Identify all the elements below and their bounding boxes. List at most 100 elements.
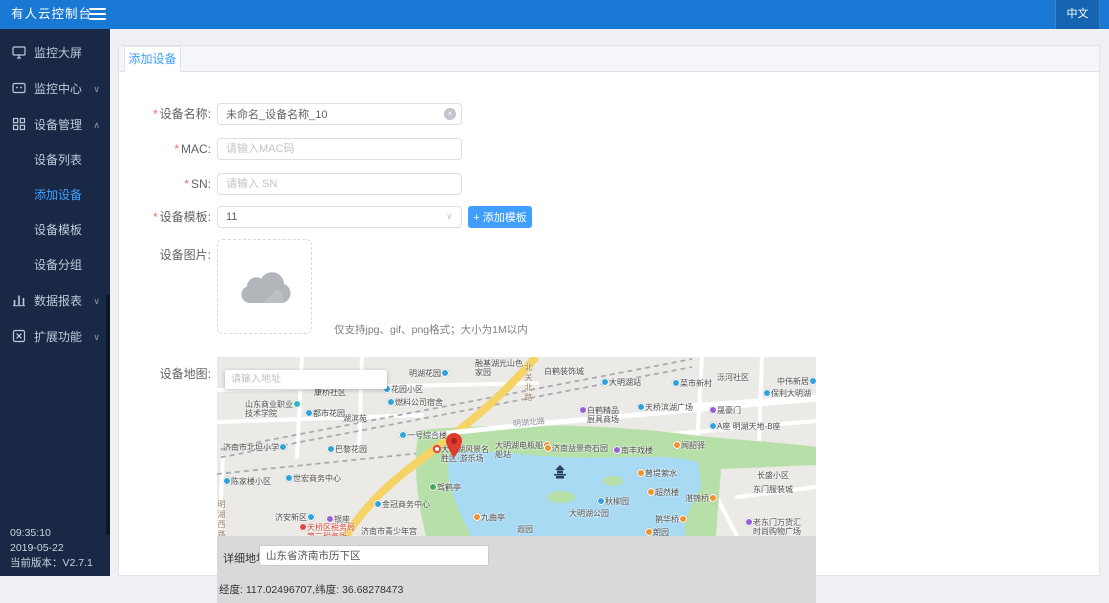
map-poi-icon	[279, 443, 287, 451]
map-poi-label: 晟豪门	[709, 406, 741, 415]
current-date: 2019-05-22	[10, 541, 93, 556]
device-name-label: *设备名称:	[119, 103, 211, 125]
device-name-input[interactable]	[217, 103, 462, 125]
map-poi-label: 闻韶驿	[673, 441, 705, 450]
map-poi-icon	[645, 528, 653, 536]
map-poi-label: 鹊华桥	[655, 515, 687, 524]
add-template-button[interactable]: + 添加模板	[468, 206, 532, 228]
map-poi-label: 融基湖光山色家园	[475, 359, 523, 377]
map-poi-icon	[285, 474, 293, 482]
longitude-value: 117.02496707	[246, 584, 312, 596]
map-poi-label: 南丰戏楼	[613, 446, 653, 455]
map-poi-icon	[429, 483, 437, 491]
version-label: 当前版本：V2.7.1	[10, 556, 93, 571]
sidebar-item-data-report[interactable]: 数据报表 ∨	[0, 283, 110, 319]
map-poi-icon	[441, 369, 449, 377]
extension-icon	[12, 321, 26, 335]
map-poi-icon	[679, 515, 687, 523]
map-footer-panel: 详细地址: 经度: 117.02496707,纬度: 36.68278473	[217, 536, 816, 603]
map-poi-label: 济南市青少年宫	[361, 527, 417, 536]
hamburger-icon[interactable]	[89, 8, 106, 21]
image-upload-box[interactable]	[217, 239, 312, 334]
device-map-label: 设备地图:	[119, 363, 211, 385]
map-poi-label: 湛锦桥	[685, 494, 717, 503]
map-poi-label: 白鹤装饰城	[544, 367, 584, 376]
map-poi-icon	[809, 377, 816, 385]
big-screen-icon	[12, 37, 26, 51]
map-poi-label: 都市花园	[305, 409, 345, 418]
map-pin-icon[interactable]	[446, 433, 462, 463]
latitude-value: 36.68278473	[342, 584, 403, 596]
map-poi-label: 济南市北坦小学	[223, 443, 287, 452]
map-poi-label: 九曲亭	[473, 513, 505, 522]
map-poi-icon	[433, 445, 441, 453]
map-poi-icon	[647, 488, 655, 496]
sidebar-item-monitor-center[interactable]: 监控中心 ∨	[0, 71, 110, 107]
device-image-label: 设备图片:	[119, 244, 211, 266]
grid-icon	[12, 109, 26, 123]
map-poi-label: 秋柳园	[597, 497, 629, 506]
map-poi-icon	[709, 494, 717, 502]
sn-input[interactable]	[217, 173, 462, 195]
map-poi-label: 一号综合楼	[399, 431, 447, 440]
map-poi-icon	[387, 398, 395, 406]
map-poi-label: 保利大明湖	[763, 389, 811, 398]
sidebar-item-device-group[interactable]: 设备分组	[0, 248, 110, 283]
map-address-search-input[interactable]	[225, 370, 387, 389]
map-poi-label: 大明湖站	[601, 378, 641, 387]
map-poi-label: 花园小区	[383, 385, 423, 394]
map-poi-label: 菜市新村	[672, 379, 712, 388]
chevron-down-icon: ∨	[93, 283, 100, 319]
current-time: 09:35:10	[10, 526, 93, 541]
map-poi-label: 白鹤精品厨具商场	[579, 406, 619, 424]
sidebar-item-device-management[interactable]: 设备管理 ∧	[0, 107, 110, 143]
tab-add-device[interactable]: 添加设备	[124, 46, 181, 72]
map-poi-label: 济安新区	[275, 513, 315, 522]
map-poi-icon	[299, 523, 307, 531]
map-poi-icon	[544, 444, 552, 452]
pagoda-icon	[553, 465, 567, 484]
chevron-down-icon: ∨	[446, 211, 453, 222]
map-poi-label: 曾堤萦水	[637, 469, 677, 478]
sidebar-item-device-list[interactable]: 设备列表	[0, 143, 110, 178]
sidebar-item-extensions[interactable]: 扩展功能 ∨	[0, 319, 110, 355]
map-poi-icon	[473, 513, 481, 521]
map-poi-icon	[601, 378, 609, 386]
mac-input[interactable]	[217, 138, 462, 160]
map-poi-icon	[399, 431, 407, 439]
map-road-label: 北关北路	[523, 363, 534, 403]
chevron-down-icon: ∨	[93, 71, 100, 107]
map-poi-icon	[613, 446, 621, 454]
map-poi-icon	[745, 518, 753, 526]
chevron-down-icon: ∨	[93, 319, 100, 355]
map-poi-label: 天桥区税务局第二税务所	[299, 523, 355, 536]
sidebar: 监控大屏 监控中心 ∨ 设备管理 ∧ 设备列表 添加设备 设备模板 设备分组 数…	[0, 29, 110, 576]
mac-label: *MAC:	[119, 138, 211, 160]
map-poi-label: 金冠商务中心	[374, 500, 430, 509]
map-poi-icon	[709, 406, 717, 414]
map-poi-label: 泺河社区	[717, 373, 749, 382]
content-area: 添加设备 *设备名称: × *MAC: *SN: *设备模板: ∨ + 添加模板…	[110, 29, 1109, 576]
sidebar-item-device-template[interactable]: 设备模板	[0, 213, 110, 248]
device-map[interactable]: 明湖花园融基湖光山色家园白鹤装饰城大明湖站康桥社区花园小区燃料公司宿舍山东商业职…	[217, 357, 816, 536]
detail-address-input[interactable]	[259, 545, 489, 566]
map-poi-icon	[637, 403, 645, 411]
map-poi-icon	[709, 422, 717, 430]
cloud-icon	[233, 262, 297, 308]
map-poi-label: A座 明湖天地-B座	[709, 422, 781, 431]
clear-icon[interactable]: ×	[444, 108, 456, 120]
map-poi-label: 驾鹤亭	[429, 483, 461, 492]
template-select[interactable]	[217, 206, 462, 228]
map-poi-icon	[305, 409, 313, 417]
sidebar-scrollbar[interactable]	[106, 295, 110, 535]
map-poi-label: 山东商业职业技术学院	[245, 400, 301, 418]
map-poi-icon	[307, 513, 315, 521]
sidebar-footer: 09:35:10 2019-05-22 当前版本：V2.7.1	[10, 526, 93, 571]
add-device-card: 添加设备 *设备名称: × *MAC: *SN: *设备模板: ∨ + 添加模板…	[118, 45, 1100, 576]
add-device-form: *设备名称: × *MAC: *SN: *设备模板: ∨ + 添加模板 设备图片…	[119, 72, 1099, 576]
map-poi-label: 陈家楼小区	[223, 477, 271, 486]
language-button[interactable]: 中文	[1055, 0, 1100, 29]
sidebar-item-monitor-screen[interactable]: 监控大屏	[0, 35, 110, 71]
map-poi-label: 世宏商务中心	[285, 474, 341, 483]
sidebar-item-add-device[interactable]: 添加设备	[0, 178, 110, 213]
